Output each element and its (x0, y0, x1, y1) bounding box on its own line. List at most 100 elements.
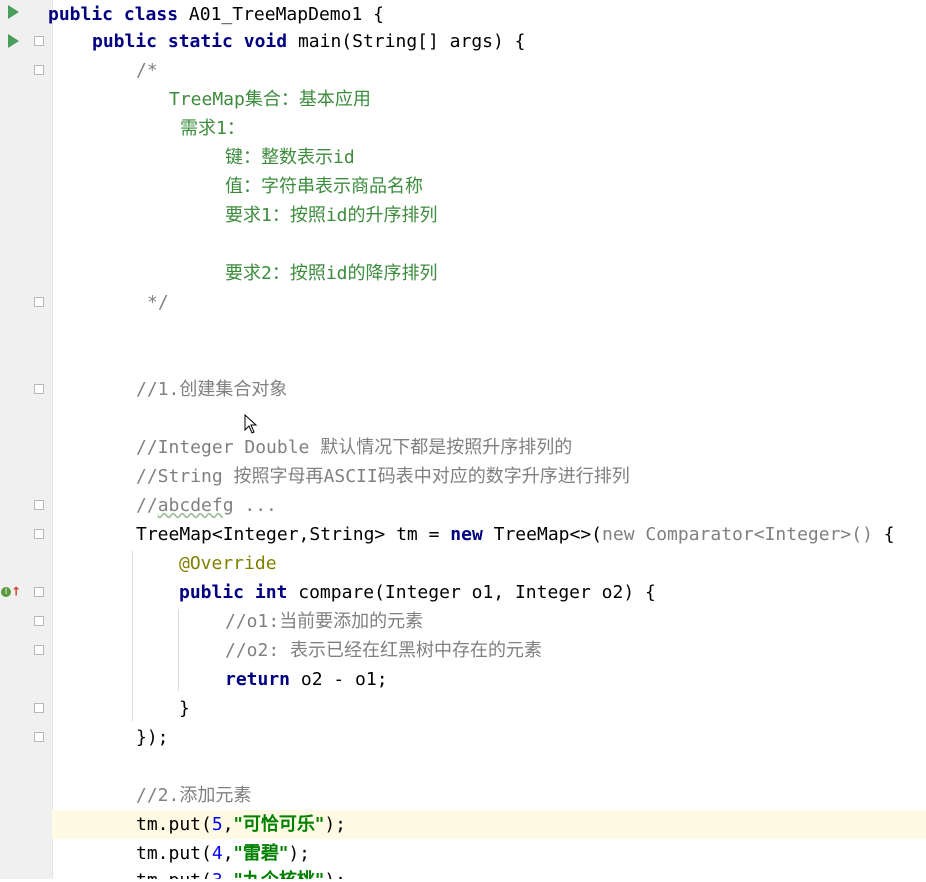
override-method-icon[interactable]: I ↑ (1, 584, 21, 599)
code-text: { (872, 524, 895, 545)
code-text: o2 - o1; (290, 669, 388, 690)
code-text: A01_TreeMapDemo1 { (178, 4, 384, 25)
code-line-19[interactable]: //o2: 表示已经在红黑树中存在的元素 (52, 636, 926, 665)
code-text: tm.put( (136, 814, 212, 835)
code-line-9[interactable]: 要求2：按照id的降序排列 (52, 259, 926, 288)
code-line-13[interactable]: //String 按照字母再ASCII码表中对应的数字升序进行排列 (52, 462, 926, 491)
keyword: new (450, 524, 483, 545)
keyword: public (179, 582, 245, 603)
number-literal: 4 (211, 843, 223, 864)
code-line-11[interactable]: //1.创建集合对象 (52, 375, 926, 404)
code-text: ); (288, 843, 310, 864)
doc-comment: ：按照 (271, 263, 326, 284)
code-line-7[interactable]: 值：字符串表示商品名称 (52, 172, 926, 201)
code-line-2[interactable]: public static void main(String[] args) { (52, 27, 926, 56)
number-literal: 5 (211, 814, 223, 835)
keyword: public (92, 31, 158, 52)
doc-comment: 2 (261, 263, 272, 284)
code-line-25[interactable]: tm.put(4,"雷碧"); (52, 839, 926, 868)
doc-comment: 值：字符串表示商品名称 (225, 176, 423, 197)
typo-underlined-word: abcdefg (157, 495, 234, 516)
fold-marker-icon[interactable] (34, 36, 44, 46)
comment: 码表中对应的数字升序进行排列 (377, 466, 630, 487)
code-text: tm.put( (136, 843, 212, 864)
comment: //1. (136, 379, 180, 400)
fold-marker-icon[interactable] (34, 703, 44, 713)
code-text: TreeMap<Integer,String> tm = (136, 524, 451, 545)
code-line-14[interactable]: //abcdefg ... (52, 491, 926, 520)
folded-hint-text: new Comparator<Integer>() (602, 524, 873, 545)
keyword: public (48, 4, 114, 25)
code-line-8[interactable]: 要求1：按照id的升序排列 (52, 201, 926, 230)
doc-comment: 要求 (225, 205, 261, 226)
fold-marker-icon[interactable] (34, 65, 44, 75)
code-editor[interactable]: I ↑ public class A01_TreeMapDemo1 { publi… (0, 0, 926, 882)
code-line-16[interactable]: @Override (52, 549, 926, 578)
doc-comment: 需求 (180, 118, 216, 139)
string-literal: "雷碧" (233, 843, 289, 864)
code-text: } (179, 698, 190, 719)
fold-marker-icon[interactable] (34, 529, 44, 539)
code-area[interactable]: public class A01_TreeMapDemo1 { public s… (48, 0, 926, 882)
comment: //String (136, 466, 234, 487)
comment: 添加元素 (179, 785, 252, 806)
code-line-5[interactable]: 需求1： (52, 114, 926, 143)
run-main-icon[interactable] (8, 34, 19, 48)
comment: //Integer Double (136, 437, 321, 458)
code-text: }); (136, 727, 169, 748)
code-line-12[interactable]: //Integer Double 默认情况下都是按照升序排列的 (52, 433, 926, 462)
mouse-pointer-icon (244, 414, 258, 434)
doc-comment: 1 (216, 118, 227, 139)
fold-marker-icon[interactable] (34, 297, 44, 307)
comment: ... (233, 495, 277, 516)
doc-comment: TreeMap (169, 89, 245, 110)
comment: 默认情况下都是按照升序排列的 (320, 437, 573, 458)
code-line-20[interactable]: return o2 - o1; (52, 665, 926, 694)
keyword: return (225, 669, 291, 690)
code-line-23[interactable]: //2.添加元素 (52, 781, 926, 810)
code-line-17[interactable]: public int compare(Integer o1, Integer o… (52, 578, 926, 607)
code-line-18[interactable]: //o1:当前要添加的元素 (52, 607, 926, 636)
comment: //o1: (225, 611, 280, 632)
editor-gutter[interactable]: I ↑ (0, 0, 53, 882)
doc-comment: 的降序排列 (347, 263, 438, 284)
comment: //o2: (225, 640, 291, 661)
comment: 创建集合对象 (179, 379, 288, 400)
code-line-4[interactable]: TreeMap集合：基本应用 (52, 85, 926, 114)
code-line-21[interactable]: } (52, 694, 926, 723)
code-line-10[interactable]: */ (52, 288, 926, 317)
comment: 按照字母再 (233, 466, 324, 487)
fold-marker-icon[interactable] (34, 616, 44, 626)
doc-comment: id (325, 263, 348, 284)
code-text: ); (324, 814, 346, 835)
keyword: class (123, 4, 179, 25)
code-text: , (222, 814, 234, 835)
code-line-15[interactable]: TreeMap<Integer,String> tm = new TreeMap… (52, 520, 926, 549)
doc-comment: id (325, 205, 348, 226)
doc-comment: 集合：基本应用 (244, 89, 371, 110)
fold-marker-icon[interactable] (34, 587, 44, 597)
doc-comment: 要求 (225, 263, 261, 284)
code-line-22[interactable]: }); (52, 723, 926, 752)
annotation: @Override (179, 553, 277, 574)
comment: */ (147, 292, 169, 313)
code-text: main(String[] args) { (287, 31, 526, 52)
fold-marker-icon[interactable] (34, 500, 44, 510)
keyword: void (243, 31, 288, 52)
fold-marker-icon[interactable] (34, 384, 44, 394)
code-line-6[interactable]: 键：整数表示id (52, 143, 926, 172)
code-line-24-current[interactable]: tm.put(5,"可恰可乐"); (52, 810, 926, 839)
fold-marker-icon[interactable] (34, 645, 44, 655)
run-class-icon[interactable] (8, 5, 19, 19)
code-text: compare(Integer o1, Integer o2) { (287, 582, 656, 603)
code-line-3[interactable]: /* (52, 56, 926, 85)
code-text: TreeMap<>( (482, 524, 603, 545)
comment: 表示已经在红黑树中存在的元素 (290, 640, 543, 661)
comment: 当前要添加的元素 (279, 611, 424, 632)
doc-comment: 1 (261, 205, 272, 226)
comment: // (136, 495, 158, 516)
code-text: , (222, 843, 234, 864)
doc-comment: id (333, 147, 355, 168)
fold-marker-icon[interactable] (34, 732, 44, 742)
code-line-1[interactable]: public class A01_TreeMapDemo1 { (48, 0, 926, 29)
